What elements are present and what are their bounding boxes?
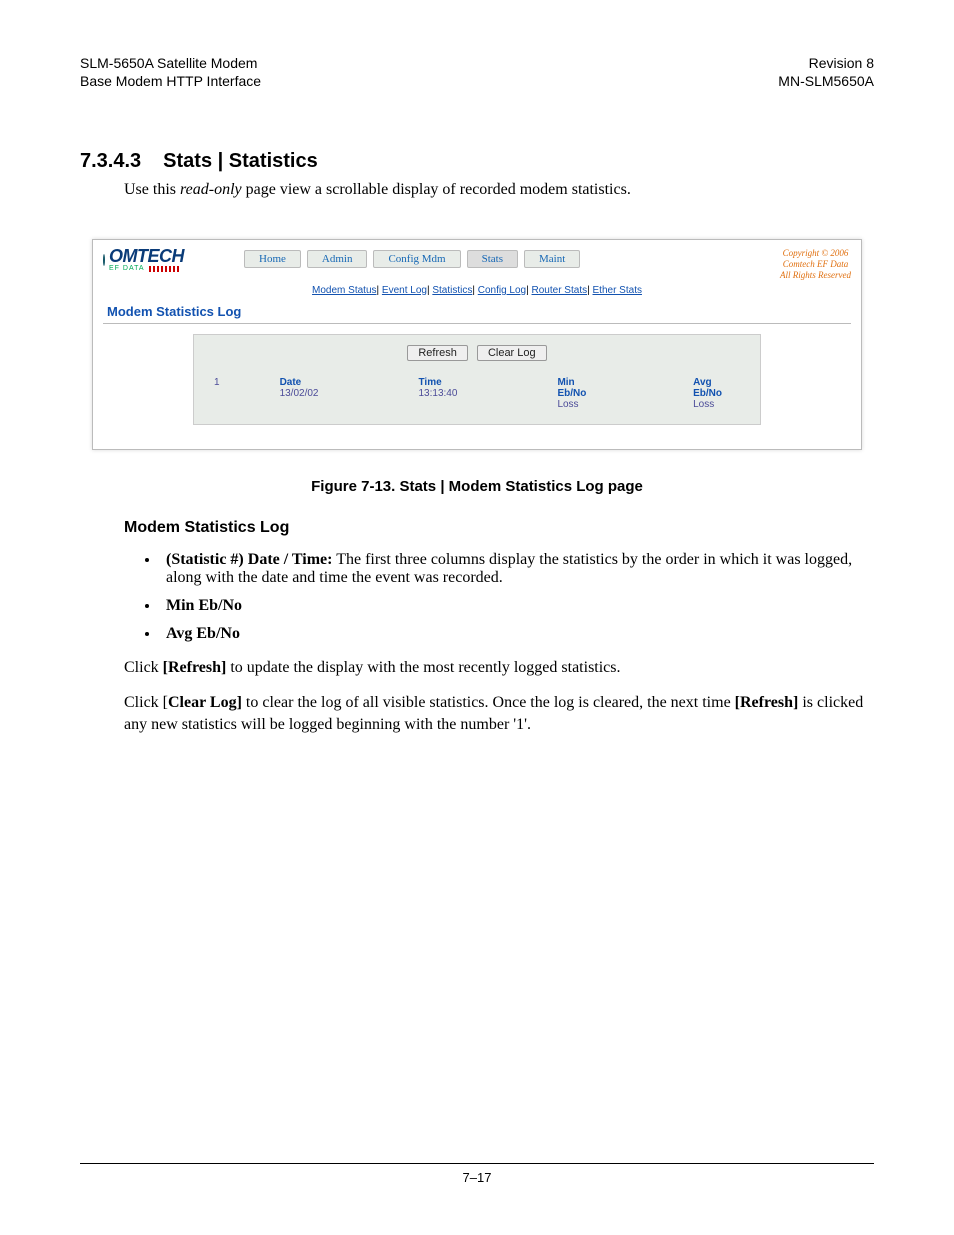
log-panel: Refresh Clear Log 1 Date 13/02/02 Time 1…: [193, 334, 761, 425]
clear-log-button[interactable]: Clear Log: [477, 345, 547, 361]
globe-icon: [103, 254, 105, 266]
figure-caption: Figure 7-13. Stats | Modem Statistics Lo…: [80, 478, 874, 495]
brand-name: OMTECH: [109, 246, 184, 266]
bullet-avg-ebno: Avg Eb/No: [160, 625, 874, 643]
section-heading: 7.3.4.3 Stats | Statistics: [80, 150, 874, 173]
subsection-heading: Modem Statistics Log: [124, 519, 874, 537]
brand-stripe-icon: [149, 266, 179, 272]
main-tabs: Home Admin Config Mdm Stats Maint: [244, 250, 580, 268]
bullet-list: (Statistic #) Date / Time: The first thr…: [160, 551, 874, 643]
clearlog-paragraph: Click [Clear Log] to clear the log of al…: [124, 692, 874, 735]
panel-title: Modem Statistics Log: [93, 304, 861, 323]
section-title: Stats | Statistics: [163, 150, 318, 172]
subnav-event-log[interactable]: Event Log: [382, 285, 427, 296]
col-date: Date 13/02/02: [280, 377, 319, 410]
screenshot-panel: OMTECH EF DATA Home Admin Config Mdm Sta…: [92, 239, 862, 449]
tab-home[interactable]: Home: [244, 250, 301, 268]
col-time: Time 13:13:40: [419, 377, 458, 410]
tab-config-mdm[interactable]: Config Mdm: [373, 250, 460, 268]
bullet-min-ebno: Min Eb/No: [160, 597, 874, 615]
section-number: 7.3.4.3: [80, 150, 141, 172]
brand-logo: OMTECH EF DATA: [103, 246, 184, 272]
tab-stats[interactable]: Stats: [467, 250, 518, 268]
subnav-router-stats[interactable]: Router Stats: [532, 285, 588, 296]
subnav-ether-stats[interactable]: Ether Stats: [593, 285, 642, 296]
col-index: 1: [214, 377, 220, 410]
subnav-statistics[interactable]: Statistics: [432, 285, 472, 296]
refresh-paragraph: Click [Refresh] to update the display wi…: [124, 657, 874, 679]
col-avg-ebno: Avg Eb/No Loss: [693, 377, 740, 410]
header-left-1: SLM-5650A Satellite Modem: [80, 54, 261, 72]
copyright-block: Copyright © 2006 Comtech EF Data All Rig…: [780, 246, 851, 280]
page-footer: 7–17: [80, 1163, 874, 1185]
page-header: SLM-5650A Satellite Modem Base Modem HTT…: [80, 54, 874, 90]
tab-maint[interactable]: Maint: [524, 250, 580, 268]
subnav-config-log[interactable]: Config Log: [478, 285, 526, 296]
header-right-2: MN-SLM5650A: [778, 72, 874, 90]
brand-sub: EF DATA: [109, 265, 144, 272]
bullet-stat-date-time: (Statistic #) Date / Time: The first thr…: [160, 551, 874, 587]
section-intro: Use this read-only page view a scrollabl…: [124, 181, 874, 199]
header-left-2: Base Modem HTTP Interface: [80, 72, 261, 90]
header-right-1: Revision 8: [778, 54, 874, 72]
col-min-ebno: Min Eb/No Loss: [557, 377, 603, 410]
refresh-button[interactable]: Refresh: [407, 345, 468, 361]
tab-admin[interactable]: Admin: [307, 250, 368, 268]
log-table: 1 Date 13/02/02 Time 13:13:40 Min Eb/No …: [194, 377, 760, 410]
subnav-modem-status[interactable]: Modem Status: [312, 285, 376, 296]
sub-nav: Modem Status| Event Log| Statistics| Con…: [93, 285, 861, 296]
